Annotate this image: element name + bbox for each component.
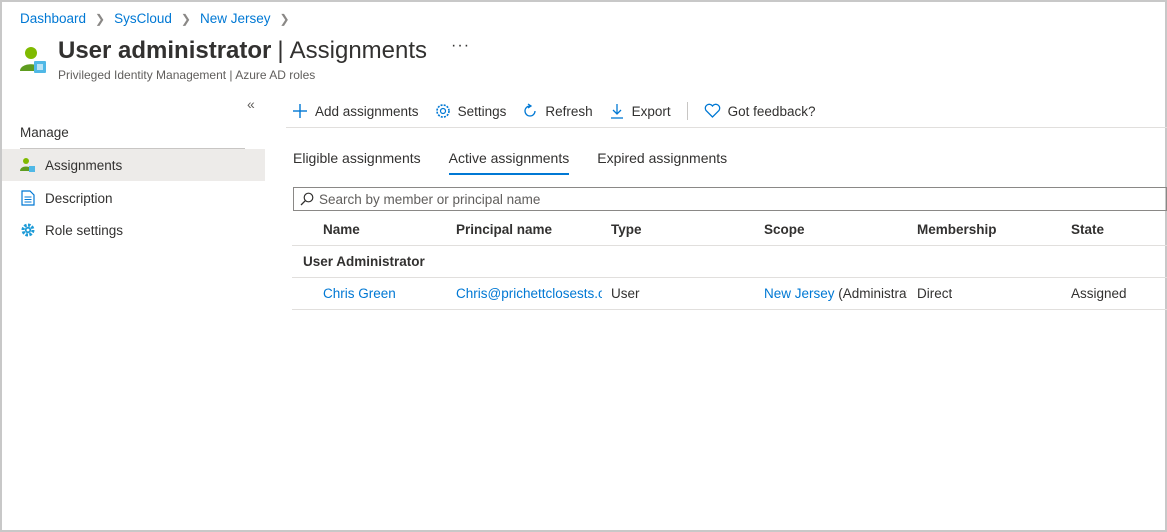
scope-detail: (Administrativ bbox=[838, 286, 907, 301]
column-header-state[interactable]: State bbox=[1071, 214, 1104, 246]
plus-icon bbox=[292, 103, 308, 119]
page-title: User administrator bbox=[58, 37, 272, 64]
toolbar-divider bbox=[686, 102, 688, 120]
settings-button[interactable]: Settings bbox=[435, 103, 507, 119]
sidebar-item-role-settings[interactable]: Role settings bbox=[2, 214, 265, 246]
principal-name-link[interactable]: Chris@prichettclosests.or bbox=[456, 278, 602, 310]
settings-label: Settings bbox=[457, 103, 507, 119]
member-name-link[interactable]: Chris Green bbox=[323, 278, 396, 310]
sidebar-item-label: Role settings bbox=[45, 222, 124, 238]
export-label: Export bbox=[631, 103, 671, 119]
state-cell: Assigned bbox=[1071, 286, 1127, 301]
search-input[interactable] bbox=[319, 191, 919, 207]
sidebar-heading: Manage bbox=[20, 125, 69, 140]
gear-icon bbox=[19, 221, 37, 239]
tab-eligible-assignments[interactable]: Eligible assignments bbox=[293, 150, 421, 172]
page-header: User administrator | Assignments ··· Pri… bbox=[18, 37, 470, 82]
toolbar-divider-line bbox=[286, 127, 1167, 128]
page-section-title: Assignments bbox=[289, 37, 428, 64]
refresh-label: Refresh bbox=[545, 103, 593, 119]
add-assignments-label: Add assignments bbox=[315, 103, 419, 119]
more-options-icon[interactable]: ··· bbox=[451, 37, 470, 55]
user-role-icon bbox=[18, 45, 48, 75]
chevron-right-icon: ❯ bbox=[279, 11, 290, 26]
download-icon bbox=[609, 103, 625, 119]
tab-bar: Eligible assignments Active assignments … bbox=[293, 150, 755, 175]
sidebar-item-label: Assignments bbox=[45, 157, 123, 173]
type-cell: User bbox=[611, 286, 640, 301]
column-header-name[interactable]: Name bbox=[323, 214, 360, 246]
feedback-button[interactable]: Got feedback? bbox=[704, 103, 816, 119]
scope-link[interactable]: New Jersey bbox=[764, 286, 835, 301]
chevron-right-icon: ❯ bbox=[180, 11, 191, 26]
page-subtitle: Privileged Identity Management | Azure A… bbox=[58, 68, 316, 82]
search-icon bbox=[300, 192, 314, 206]
sidebar-item-description[interactable]: Description bbox=[2, 182, 265, 214]
document-icon bbox=[19, 189, 37, 207]
add-assignments-button[interactable]: Add assignments bbox=[292, 103, 419, 119]
feedback-label: Got feedback? bbox=[727, 103, 816, 119]
breadcrumb-new-jersey[interactable]: New Jersey bbox=[200, 11, 271, 26]
collapse-sidebar-icon[interactable]: « bbox=[247, 96, 255, 112]
chevron-right-icon: ❯ bbox=[95, 11, 106, 26]
title-separator: | bbox=[277, 37, 284, 64]
assignments-table: Name Principal name Type Scope Membershi… bbox=[292, 214, 1167, 310]
membership-cell: Direct bbox=[917, 286, 953, 301]
column-header-scope[interactable]: Scope bbox=[764, 214, 805, 246]
refresh-icon bbox=[522, 103, 538, 119]
tab-expired-assignments[interactable]: Expired assignments bbox=[597, 150, 727, 172]
column-header-type[interactable]: Type bbox=[611, 214, 642, 246]
tab-active-assignments[interactable]: Active assignments bbox=[448, 150, 569, 175]
search-box bbox=[293, 187, 1167, 211]
export-button[interactable]: Export bbox=[609, 103, 671, 119]
sidebar-item-assignments[interactable]: Assignments bbox=[2, 149, 265, 181]
table-group-row[interactable]: User Administrator bbox=[292, 246, 1167, 278]
users-icon bbox=[19, 156, 37, 174]
breadcrumb: Dashboard ❯ SysCloud ❯ New Jersey ❯ bbox=[20, 11, 299, 26]
group-label: User Administrator bbox=[303, 254, 425, 269]
table-header-row: Name Principal name Type Scope Membershi… bbox=[292, 214, 1167, 246]
breadcrumb-dashboard[interactable]: Dashboard bbox=[20, 11, 86, 26]
table-row[interactable]: Chris Green Chris@prichettclosests.or Us… bbox=[292, 278, 1167, 310]
scope-cell: New Jersey (Administrativ bbox=[764, 278, 907, 310]
refresh-button[interactable]: Refresh bbox=[522, 103, 593, 119]
sidebar-item-label: Description bbox=[45, 190, 113, 206]
breadcrumb-syscloud[interactable]: SysCloud bbox=[114, 11, 172, 26]
column-header-membership[interactable]: Membership bbox=[917, 214, 997, 246]
gear-icon bbox=[435, 103, 451, 119]
column-header-principal-name[interactable]: Principal name bbox=[456, 214, 552, 246]
command-bar: Add assignments Settings Refresh Export … bbox=[292, 100, 831, 122]
heart-icon bbox=[704, 103, 721, 119]
